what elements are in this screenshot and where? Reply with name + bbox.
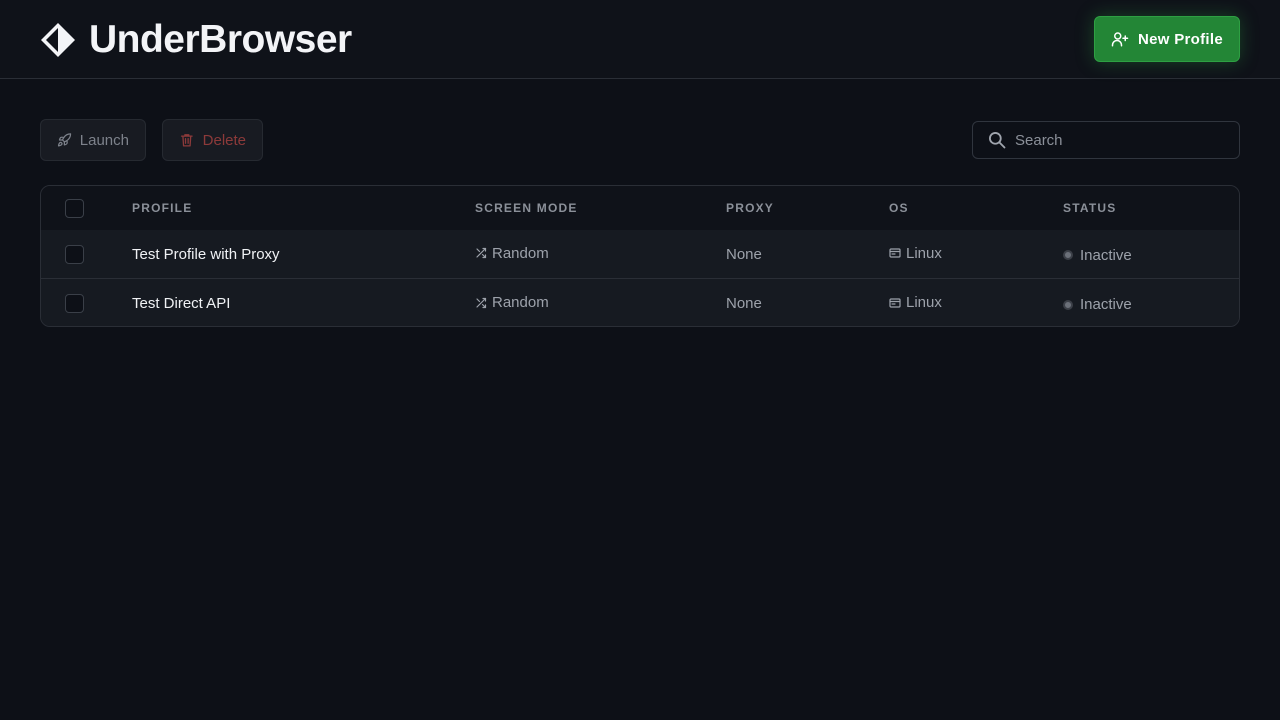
terminal-window-icon [889, 248, 901, 258]
search-box [972, 121, 1240, 159]
brand: UnderBrowser [40, 18, 352, 62]
column-header-os[interactable]: OS [889, 186, 909, 230]
shuffle-icon [476, 247, 487, 259]
screen-mode-value: Random [492, 244, 549, 262]
rocket-icon [57, 133, 72, 147]
column-header-profile[interactable]: PROFILE [132, 186, 192, 230]
new-profile-label: New Profile [1138, 30, 1223, 48]
diamond-logo-icon [41, 23, 75, 57]
status-dot-icon [1063, 250, 1073, 260]
status-badge: Inactive [1080, 246, 1132, 264]
launch-label: Launch [79, 131, 129, 149]
app-header: UnderBrowser New Profile [0, 0, 1280, 79]
column-header-screen-mode[interactable]: SCREEN MODE [475, 186, 578, 230]
os-value: Linux [906, 294, 942, 311]
user-plus-icon [1111, 32, 1129, 47]
table-row[interactable]: Test Direct API Random None Linux Inacti… [41, 279, 1239, 326]
profiles-table: PROFILE SCREEN MODE PROXY OS STATUS Test… [40, 185, 1240, 327]
table-row[interactable]: Test Profile with Proxy Random None Linu… [41, 230, 1239, 279]
new-profile-button[interactable]: New Profile [1094, 16, 1240, 62]
row-checkbox[interactable] [65, 244, 84, 264]
proxy-value: None [726, 245, 762, 263]
status-cell: Inactive [1063, 279, 1132, 326]
search-input[interactable] [1015, 131, 1225, 149]
proxy-value: None [726, 295, 762, 312]
table-header: PROFILE SCREEN MODE PROXY OS STATUS [41, 186, 1239, 230]
status-badge: Inactive [1080, 296, 1132, 313]
launch-button[interactable]: Launch [40, 119, 146, 161]
delete-label: Delete [202, 131, 246, 149]
column-header-proxy[interactable]: PROXY [726, 186, 774, 230]
terminal-window-icon [889, 297, 901, 308]
row-checkbox[interactable] [65, 294, 84, 313]
profile-name[interactable]: Test Profile with Proxy [132, 230, 280, 278]
profile-name[interactable]: Test Direct API [132, 279, 230, 326]
app-title: UnderBrowser [89, 18, 352, 61]
status-dot-icon [1063, 299, 1073, 310]
shuffle-icon [476, 297, 487, 308]
os-cell: Linux [889, 230, 942, 278]
delete-button[interactable]: Delete [162, 119, 263, 161]
os-cell: Linux [889, 279, 942, 326]
os-value: Linux [906, 244, 942, 262]
column-header-status[interactable]: STATUS [1063, 186, 1116, 230]
trash-icon [180, 134, 193, 147]
search-icon [989, 132, 1006, 149]
screen-mode-cell: Random [475, 230, 549, 278]
row-checkbox-cell [65, 230, 84, 278]
screen-mode-cell: Random [475, 279, 549, 326]
select-all-checkbox[interactable] [65, 198, 84, 218]
row-checkbox-cell [65, 279, 84, 326]
status-cell: Inactive [1063, 230, 1132, 278]
screen-mode-value: Random [492, 294, 549, 311]
header-checkbox-cell [65, 186, 84, 230]
